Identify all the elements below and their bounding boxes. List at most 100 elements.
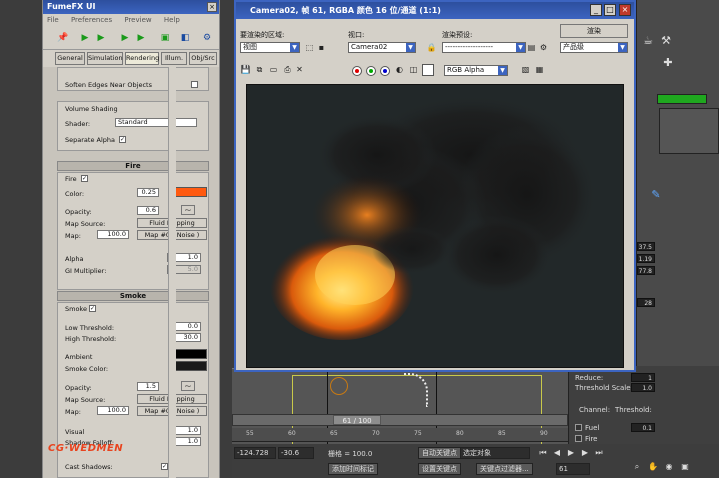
environment-icon[interactable]: ⚙ <box>538 42 549 53</box>
pin-icon[interactable]: 📌 <box>57 33 69 44</box>
set-key-button[interactable]: 设置关键点 <box>418 463 461 475</box>
current-frame-field[interactable]: 61 <box>556 463 590 475</box>
print-icon[interactable]: ⎙ <box>282 64 293 75</box>
key-filters-button[interactable]: 关键点过滤器... <box>476 463 533 475</box>
tab-obj-src[interactable]: Obj/Src <box>189 52 217 65</box>
copy-image-icon[interactable]: ⧉ <box>254 64 265 75</box>
mono-icon[interactable]: ◫ <box>408 64 419 75</box>
red-channel-toggle[interactable] <box>352 66 362 76</box>
smoke-opacity-curve-button[interactable]: ⁓ <box>181 381 195 391</box>
viewport-dropdown[interactable]: Camera02 <box>348 42 416 53</box>
zoom-icon[interactable]: ⌕ <box>632 462 642 472</box>
menu-preview[interactable]: Preview <box>124 16 151 24</box>
render-area-dropdown[interactable]: 视图 <box>240 42 300 53</box>
settings-icon[interactable]: ⚙ <box>201 33 213 44</box>
play-icon[interactable]: ▶ <box>566 448 576 458</box>
time-slider-thumb[interactable]: 61 / 100 <box>333 415 381 425</box>
selection-set-dropdown[interactable]: 选定对象 <box>460 447 530 459</box>
fumefx-titlebar[interactable]: FumeFX UI <box>43 0 219 14</box>
fire-opacity-spinner[interactable]: 0.6 <box>137 206 159 215</box>
modifier-stack-list[interactable] <box>659 108 719 154</box>
teapot-icon[interactable]: ☕ <box>641 34 655 48</box>
param-spinner[interactable]: 37.5 <box>637 242 655 251</box>
time-slider[interactable]: 61 / 100 <box>232 414 568 426</box>
lock-icon[interactable]: 🔒 <box>426 42 437 53</box>
track-bar-ruler[interactable]: 55 60 65 70 75 80 85 90 <box>232 428 568 442</box>
simulate-icon[interactable]: ▶ <box>79 33 91 44</box>
fire-color-spinner[interactable]: 0.25 <box>137 188 159 197</box>
param-spinner[interactable]: 77.8 <box>637 266 655 275</box>
fire-rollout-header[interactable]: Fire <box>57 161 209 171</box>
retimer-icon[interactable]: ▣ <box>159 33 171 44</box>
reduce-spinner[interactable]: 1 <box>631 373 655 382</box>
tab-rendering[interactable]: Rendering <box>125 52 159 65</box>
wavelet-continue-icon[interactable]: ▶ <box>135 33 147 44</box>
fire-map-amount[interactable]: 100.0 <box>97 230 129 239</box>
lock-viewport-icon[interactable]: ▪ <box>316 42 327 53</box>
menu-preferences[interactable]: Preferences <box>71 16 112 24</box>
menu-file[interactable]: File <box>47 16 59 24</box>
maximize-button[interactable]: □ <box>604 4 616 16</box>
tab-general[interactable]: General <box>55 52 85 65</box>
smoke-opacity-spinner[interactable]: 1.5 <box>137 382 159 391</box>
param-spinner[interactable]: 1.19 <box>637 254 655 263</box>
fumefx-scrollbar[interactable] <box>168 67 176 478</box>
maximize-viewport-icon[interactable]: ▣ <box>680 462 690 472</box>
clone-window-icon[interactable]: ▭ <box>268 64 279 75</box>
wavelet-icon[interactable]: ▶ <box>119 33 131 44</box>
render-button[interactable]: 渲染 <box>560 24 628 38</box>
fuel-threshold-spinner[interactable]: 0.1 <box>631 423 655 432</box>
clear-icon[interactable]: ✕ <box>294 64 305 75</box>
channel-display-icon[interactable]: ▧ <box>520 64 531 75</box>
render-setup-icon[interactable]: ▤ <box>526 42 537 53</box>
cast-shadows-checkbox[interactable]: ✓ <box>161 463 168 470</box>
alpha-channel-icon[interactable]: ◐ <box>394 64 405 75</box>
save-image-icon[interactable]: 💾 <box>240 64 251 75</box>
fumefx-source-gizmo[interactable] <box>330 377 348 395</box>
goto-start-icon[interactable]: ⏮ <box>538 448 548 458</box>
simulate-continue-icon[interactable]: ▶ <box>95 33 107 44</box>
fuel-checkbox[interactable] <box>575 424 582 431</box>
toggle-ui-overlay-icon[interactable]: ▦ <box>534 64 545 75</box>
rendered-image[interactable] <box>246 84 624 368</box>
threshold-scale-spinner[interactable]: 1.0 <box>631 383 655 392</box>
render-type-dropdown[interactable]: 产品级 <box>560 42 628 53</box>
fire-enable-checkbox[interactable]: ✓ <box>81 175 88 182</box>
prev-frame-icon[interactable]: ◀ <box>552 448 562 458</box>
menu-help[interactable]: Help <box>164 16 180 24</box>
next-frame-icon[interactable]: ▶ <box>580 448 590 458</box>
feather-icon[interactable]: ✎ <box>649 188 663 202</box>
smoke-enable-checkbox[interactable]: ✓ <box>89 305 96 312</box>
coord-y-field[interactable]: -30.6 <box>278 447 314 459</box>
goto-end-icon[interactable]: ⏭ <box>594 448 604 458</box>
fire-checkbox[interactable] <box>575 435 582 442</box>
hammer-icon[interactable]: ⚒ <box>659 34 673 48</box>
render-window-titlebar[interactable]: Camera02, 帧 61, RGBA 颜色 16 位/通道 (1:1) <box>236 2 634 19</box>
pan-hand-icon[interactable]: ✋ <box>648 462 658 472</box>
shader-dropdown[interactable]: Standard <box>115 118 197 127</box>
minimize-button[interactable]: _ <box>590 4 602 16</box>
region-icon[interactable]: ⬚ <box>304 42 315 53</box>
soften-edges-checkbox[interactable] <box>191 81 198 88</box>
green-channel-toggle[interactable] <box>366 66 376 76</box>
close-button[interactable]: × <box>619 4 631 16</box>
render-preset-dropdown[interactable]: ------------------- <box>442 42 526 53</box>
add-time-tag-button[interactable]: 添加时间标记 <box>328 463 378 475</box>
fumefx-close-button[interactable]: × <box>207 2 217 12</box>
separate-alpha-checkbox[interactable]: ✓ <box>119 136 126 143</box>
smoke-map-amount[interactable]: 100.0 <box>97 406 129 415</box>
smoke-rollout-header[interactable]: Smoke <box>57 291 209 301</box>
fire-opacity-curve-button[interactable]: ⁓ <box>181 205 195 215</box>
display-channel-dropdown[interactable]: RGB Alpha <box>444 65 508 76</box>
coord-x-field[interactable]: -124.728 <box>234 447 276 459</box>
auto-key-button[interactable]: 自动关键点 <box>418 447 461 459</box>
tab-simulation[interactable]: Simulation <box>87 52 123 65</box>
create-icon[interactable]: ✚ <box>661 56 675 70</box>
swatch-preview[interactable] <box>422 64 434 76</box>
object-color-swatch[interactable] <box>657 94 707 104</box>
tab-illum[interactable]: Illum. <box>161 52 187 65</box>
preview-icon[interactable]: ◧ <box>179 33 191 44</box>
orbit-icon[interactable]: ◉ <box>664 462 674 472</box>
render-window-scrollbar[interactable] <box>626 84 632 368</box>
param-spinner[interactable]: 28 <box>637 298 655 307</box>
